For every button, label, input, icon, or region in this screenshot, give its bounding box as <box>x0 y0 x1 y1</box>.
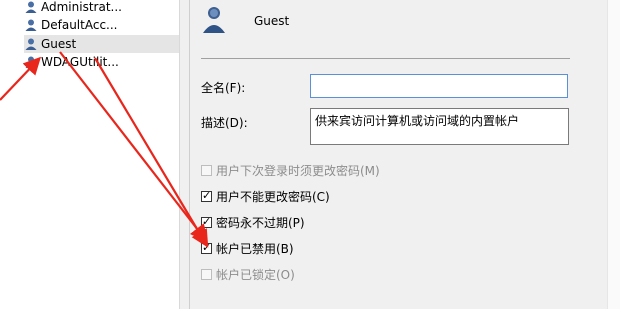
list-item-label: Guest <box>41 37 77 51</box>
list-item-label: Administrat... <box>41 0 122 14</box>
user-icon <box>25 56 37 68</box>
checkbox-label: 帐户已禁用(B) <box>216 241 294 256</box>
checkbox-box[interactable]: ✓ <box>201 214 212 228</box>
list-item-label: WDAGUtilit... <box>41 55 119 69</box>
cannot-change-password-checkbox[interactable]: ✓ 用户不能更改密码(C) <box>201 188 330 204</box>
user-icon <box>25 19 37 31</box>
list-item-administrator[interactable]: Administrat... <box>24 0 179 16</box>
fullname-label: 全名(F): <box>201 81 246 95</box>
checkbox-box[interactable]: ✓ <box>201 240 212 254</box>
check-icon: ✓ <box>202 188 212 202</box>
checkbox-label: 帐户已锁定(O) <box>216 267 295 282</box>
list-item-wdagutility[interactable]: WDAGUtilit... <box>24 53 179 71</box>
list-item-label: DefaultAcc... <box>41 18 118 32</box>
password-never-expires-checkbox[interactable]: ✓ 密码永不过期(P) <box>201 214 305 230</box>
description-input[interactable]: 供来宾访问计算机或访问域的内置帐户 <box>310 108 569 145</box>
dialog-user-name: Guest <box>254 14 290 28</box>
user-icon <box>25 1 37 13</box>
account-disabled-checkbox[interactable]: ✓ 帐户已禁用(B) <box>201 240 294 256</box>
list-item-defaultaccount[interactable]: DefaultAcc... <box>24 16 179 34</box>
checkbox-label: 用户下次登录时须更改密码(M) <box>216 163 380 178</box>
user-icon <box>25 38 37 50</box>
list-item-guest[interactable]: Guest <box>24 35 179 53</box>
fullname-input[interactable] <box>310 74 568 98</box>
checkbox-label: 用户不能更改密码(C) <box>216 189 330 204</box>
properties-dialog <box>189 0 620 309</box>
user-avatar-icon <box>203 7 225 33</box>
dialog-edge <box>607 0 620 309</box>
description-text: 供来宾访问计算机或访问域的内置帐户 <box>315 114 520 128</box>
checkbox-label: 密码永不过期(P) <box>216 215 305 230</box>
users-list-panel: Administrat... DefaultAcc... Guest WDAGU… <box>0 0 180 309</box>
checkbox-box[interactable] <box>201 164 212 176</box>
account-locked-checkbox[interactable]: 帐户已锁定(O) <box>201 266 295 282</box>
description-label: 描述(D): <box>201 116 248 130</box>
checkbox-box[interactable] <box>201 268 212 280</box>
checkbox-box[interactable]: ✓ <box>201 188 212 202</box>
separator <box>201 58 570 59</box>
check-icon: ✓ <box>202 214 212 228</box>
pane-divider <box>180 0 189 309</box>
check-icon: ✓ <box>202 240 212 254</box>
must-change-password-checkbox[interactable]: 用户下次登录时须更改密码(M) <box>201 162 380 178</box>
